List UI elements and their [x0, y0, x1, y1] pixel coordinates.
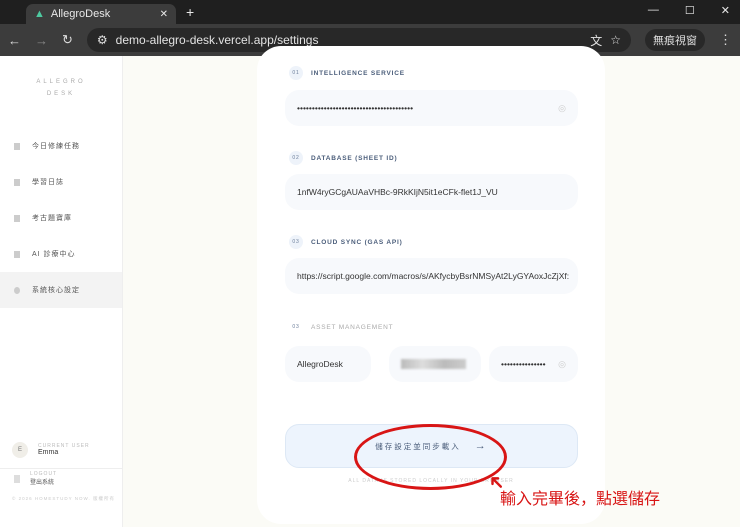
- hourglass-icon: [14, 142, 20, 150]
- asset-password-input[interactable]: ••••••••••••••• ◎: [489, 346, 578, 382]
- section-database: 02 DATABASE (SHEET ID): [289, 151, 397, 165]
- asset-name-input[interactable]: AllegroDesk: [285, 346, 371, 382]
- nav-label: AI 診療中心: [32, 251, 76, 258]
- site-info-icon[interactable]: ⚙: [97, 33, 108, 47]
- eye-off-icon[interactable]: ◎: [558, 103, 566, 114]
- nav-label: 學習日誌: [32, 179, 64, 186]
- gas-api-value: https://script.google.com/macros/s/AKfyc…: [297, 271, 570, 281]
- minimize-icon[interactable]: —: [648, 4, 659, 17]
- sheet-id-input[interactable]: 1nfW4ryGCgAUAaVHBc-9RkKIjN5it1eCFk-flet1…: [285, 174, 578, 210]
- user-name: Emma: [38, 449, 59, 456]
- bookmark-star-icon[interactable]: ☆: [610, 33, 621, 47]
- close-tab-icon[interactable]: ✕: [160, 9, 168, 20]
- gas-api-input[interactable]: https://script.google.com/macros/s/AKfyc…: [285, 258, 578, 294]
- current-user: E CURRENT USER Emma: [0, 431, 122, 469]
- maximize-icon[interactable]: ☐: [685, 4, 695, 17]
- url-text: demo-allegro-desk.vercel.app/settings: [115, 33, 319, 47]
- flask-icon: [14, 214, 20, 222]
- logout-icon: [14, 474, 20, 483]
- sheet-id-value: 1nfW4ryGCgAUAaVHBc-9RkKIjN5it1eCFk-flet1…: [297, 187, 498, 197]
- section-asset-management: 03 ASSET MANAGEMENT: [292, 323, 394, 331]
- asset-password-value: •••••••••••••••: [501, 359, 546, 369]
- browser-tab[interactable]: ▲ AllegroDesk ✕: [26, 4, 176, 24]
- section-cloud-sync: 03 CLOUD SYNC (GAS API): [289, 235, 403, 249]
- sidebar-item-exam-bank[interactable]: 考古題寶庫: [0, 200, 122, 236]
- sidebar-item-ai-center[interactable]: AI 診療中心: [0, 236, 122, 272]
- annotation-text: 輸入完畢後，點選儲存: [500, 489, 661, 508]
- reload-icon[interactable]: ↻: [62, 32, 73, 48]
- logout-button[interactable]: LOGOUT 登出系統: [14, 471, 57, 486]
- nav-label: 今日修練任務: [32, 143, 80, 150]
- annotation-ellipse: [354, 424, 507, 490]
- api-key-value: •••••••••••••••••••••••••••••••••••••••: [297, 103, 414, 113]
- book-icon: [14, 178, 20, 186]
- forward-icon[interactable]: →: [35, 33, 48, 48]
- nav-label: 考古題寶庫: [32, 215, 72, 222]
- section-intelligence: 01 INTELLIGENCE SERVICE: [289, 66, 405, 80]
- back-icon[interactable]: ←: [8, 33, 21, 48]
- api-key-input[interactable]: ••••••••••••••••••••••••••••••••••••••• ◎: [285, 90, 578, 126]
- copyright: © 2026 HOMESTUDY NOW. 版權所有: [12, 496, 115, 501]
- asset-account-input[interactable]: [389, 346, 481, 382]
- new-tab-button[interactable]: +: [186, 4, 194, 20]
- sidebar-item-journal[interactable]: 學習日誌: [0, 164, 122, 200]
- sidebar: ALLEGRO DESK 今日修練任務 學習日誌 考古題寶庫 AI 診療中心 系統…: [0, 56, 123, 527]
- tab-favicon-icon: ▲: [34, 8, 45, 20]
- eye-off-icon[interactable]: ◎: [558, 359, 566, 370]
- sidebar-item-daily-tasks[interactable]: 今日修練任務: [0, 128, 122, 164]
- translate-icon[interactable]: 文: [590, 32, 602, 49]
- tab-bar: ▲ AllegroDesk ✕ + — ☐ ✕: [0, 0, 740, 24]
- nav-label: 系統核心設定: [32, 287, 80, 294]
- logo: ALLEGRO DESK: [36, 79, 86, 97]
- blurred-account: [401, 359, 466, 369]
- asset-name-value: AllegroDesk: [297, 359, 343, 369]
- incognito-badge[interactable]: 無痕視窗: [645, 29, 705, 51]
- tab-title: AllegroDesk: [50, 8, 111, 20]
- menu-icon[interactable]: ⋮: [719, 32, 732, 48]
- document-icon: [14, 250, 20, 258]
- avatar: E: [12, 441, 28, 458]
- logout-label: 登出系統: [30, 480, 55, 486]
- gear-icon: [14, 286, 20, 294]
- sidebar-item-settings[interactable]: 系統核心設定: [0, 272, 122, 308]
- close-window-icon[interactable]: ✕: [721, 4, 730, 17]
